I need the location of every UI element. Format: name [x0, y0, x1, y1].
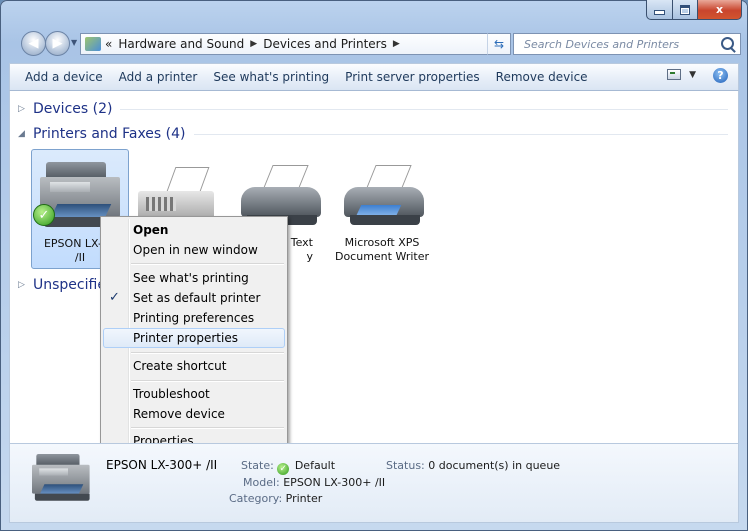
add-printer-button[interactable]: Add a printer — [111, 70, 206, 84]
category-label: Category: — [229, 492, 283, 505]
details-model: Model: EPSON LX-300+ /II — [243, 476, 385, 489]
category-value: Printer — [285, 492, 323, 505]
address-row: ◀ ▶ ▼ « Hardware and Sound ▶ Devices and… — [0, 29, 748, 59]
expand-icon[interactable]: ▷ — [18, 104, 30, 114]
chevron-right-icon[interactable]: ▶ — [250, 39, 257, 49]
search-input[interactable] — [522, 36, 716, 52]
state-value: Default — [294, 459, 336, 472]
caption-buttons: x — [646, 0, 742, 20]
model-label: Model: — [243, 476, 280, 489]
chevron-down-icon[interactable]: ▼ — [689, 70, 696, 80]
explorer-window: x ◀ ▶ ▼ « Hardware and Sound ▶ Devices a… — [0, 0, 748, 531]
add-device-button[interactable]: Add a device — [10, 70, 111, 84]
menu-open-new-window[interactable]: Open in new window — [103, 240, 285, 260]
menu-set-default-label: Set as default printer — [133, 291, 261, 305]
checkmark-icon: ✓ — [109, 290, 120, 305]
breadcrumb-devices-and-printers[interactable]: Devices and Printers — [263, 37, 387, 51]
change-view-button[interactable]: ▼ — [667, 69, 696, 80]
chevron-right-icon[interactable]: ▶ — [393, 39, 400, 49]
maximize-icon — [680, 4, 690, 15]
menu-printing-preferences[interactable]: Printing preferences — [103, 308, 285, 328]
menu-remove-device[interactable]: Remove device — [103, 404, 285, 424]
details-pane: EPSON LX-300+ /II State: ✓ Default Statu… — [9, 443, 739, 523]
view-icon — [667, 69, 682, 80]
refresh-button[interactable]: ⇆ — [487, 33, 511, 55]
menu-set-default[interactable]: ✓ Set as default printer — [103, 288, 285, 308]
search-box[interactable] — [513, 33, 741, 55]
printer-name-line2: y — [306, 250, 313, 263]
back-button[interactable]: ◀ — [21, 31, 46, 56]
maximize-button[interactable] — [673, 0, 698, 20]
breadcrumb-hardware-and-sound[interactable]: Hardware and Sound — [118, 37, 244, 51]
printer-name-line2: /II — [74, 251, 86, 264]
details-state: State: ✓ Default — [241, 459, 335, 475]
default-check-icon: ✓ — [33, 204, 55, 226]
group-printers[interactable]: ◢ Printers and Faxes (4) — [10, 124, 738, 144]
address-bar[interactable]: « Hardware and Sound ▶ Devices and Print… — [80, 33, 509, 55]
forward-button[interactable]: ▶ — [45, 31, 70, 56]
details-device-name: EPSON LX-300+ /II — [106, 458, 218, 472]
print-server-properties-button[interactable]: Print server properties — [337, 70, 487, 84]
printer-icon — [32, 454, 90, 501]
close-button[interactable]: x — [698, 0, 742, 20]
close-icon: x — [715, 3, 724, 16]
menu-separator — [131, 263, 284, 265]
group-printers-title: Printers and Faxes (4) — [33, 126, 186, 142]
model-value: EPSON LX-300+ /II — [283, 476, 386, 489]
details-category: Category: Printer — [229, 492, 322, 505]
help-icon[interactable]: ? — [713, 68, 728, 83]
group-devices-title: Devices (2) — [33, 101, 113, 117]
menu-separator — [131, 380, 284, 382]
check-circle-icon: ✓ — [277, 463, 290, 475]
group-divider — [193, 133, 728, 135]
menu-see-whats-printing[interactable]: See what's printing — [103, 268, 285, 288]
recent-pages-dropdown[interactable]: ▼ — [71, 38, 77, 47]
collapse-icon[interactable]: ◢ — [18, 129, 30, 139]
minimize-icon — [654, 10, 665, 15]
arrow-left-icon: ◀ — [28, 36, 39, 51]
minimize-button[interactable] — [646, 0, 673, 20]
printer-name-line2: Document Writer — [334, 250, 430, 263]
remove-device-button[interactable]: Remove device — [488, 70, 596, 84]
breadcrumb-overflow[interactable]: « — [105, 37, 112, 51]
refresh-icon: ⇆ — [493, 37, 505, 51]
printer-icon — [344, 165, 424, 227]
menu-troubleshoot[interactable]: Troubleshoot — [103, 384, 285, 404]
search-icon[interactable] — [721, 37, 734, 50]
arrow-right-icon: ▶ — [52, 36, 63, 51]
control-panel-icon — [85, 37, 101, 51]
command-bar: Add a device Add a printer See what's pr… — [9, 63, 739, 91]
menu-printer-properties[interactable]: Printer properties — [103, 328, 285, 348]
status-label: Status: — [386, 459, 425, 472]
printer-xps[interactable]: Microsoft XPS Document Writer — [334, 149, 430, 267]
status-value: 0 document(s) in queue — [428, 459, 561, 472]
group-devices[interactable]: ▷ Devices (2) — [10, 99, 738, 119]
see-whats-printing-button[interactable]: See what's printing — [205, 70, 337, 84]
printer-label: Microsoft XPS Document Writer — [334, 236, 430, 264]
group-divider — [120, 108, 728, 110]
printer-name-line1: Microsoft XPS — [344, 236, 420, 249]
context-menu: Open Open in new window See what's print… — [100, 216, 288, 458]
menu-create-shortcut[interactable]: Create shortcut — [103, 356, 285, 376]
menu-open[interactable]: Open — [103, 220, 285, 240]
menu-separator — [131, 427, 284, 429]
details-status: Status: 0 document(s) in queue — [386, 459, 560, 472]
group-unspecified-title: Unspecifie — [33, 277, 106, 293]
expand-icon[interactable]: ▷ — [18, 280, 30, 290]
menu-separator — [131, 352, 284, 354]
state-label: State: — [241, 459, 274, 472]
